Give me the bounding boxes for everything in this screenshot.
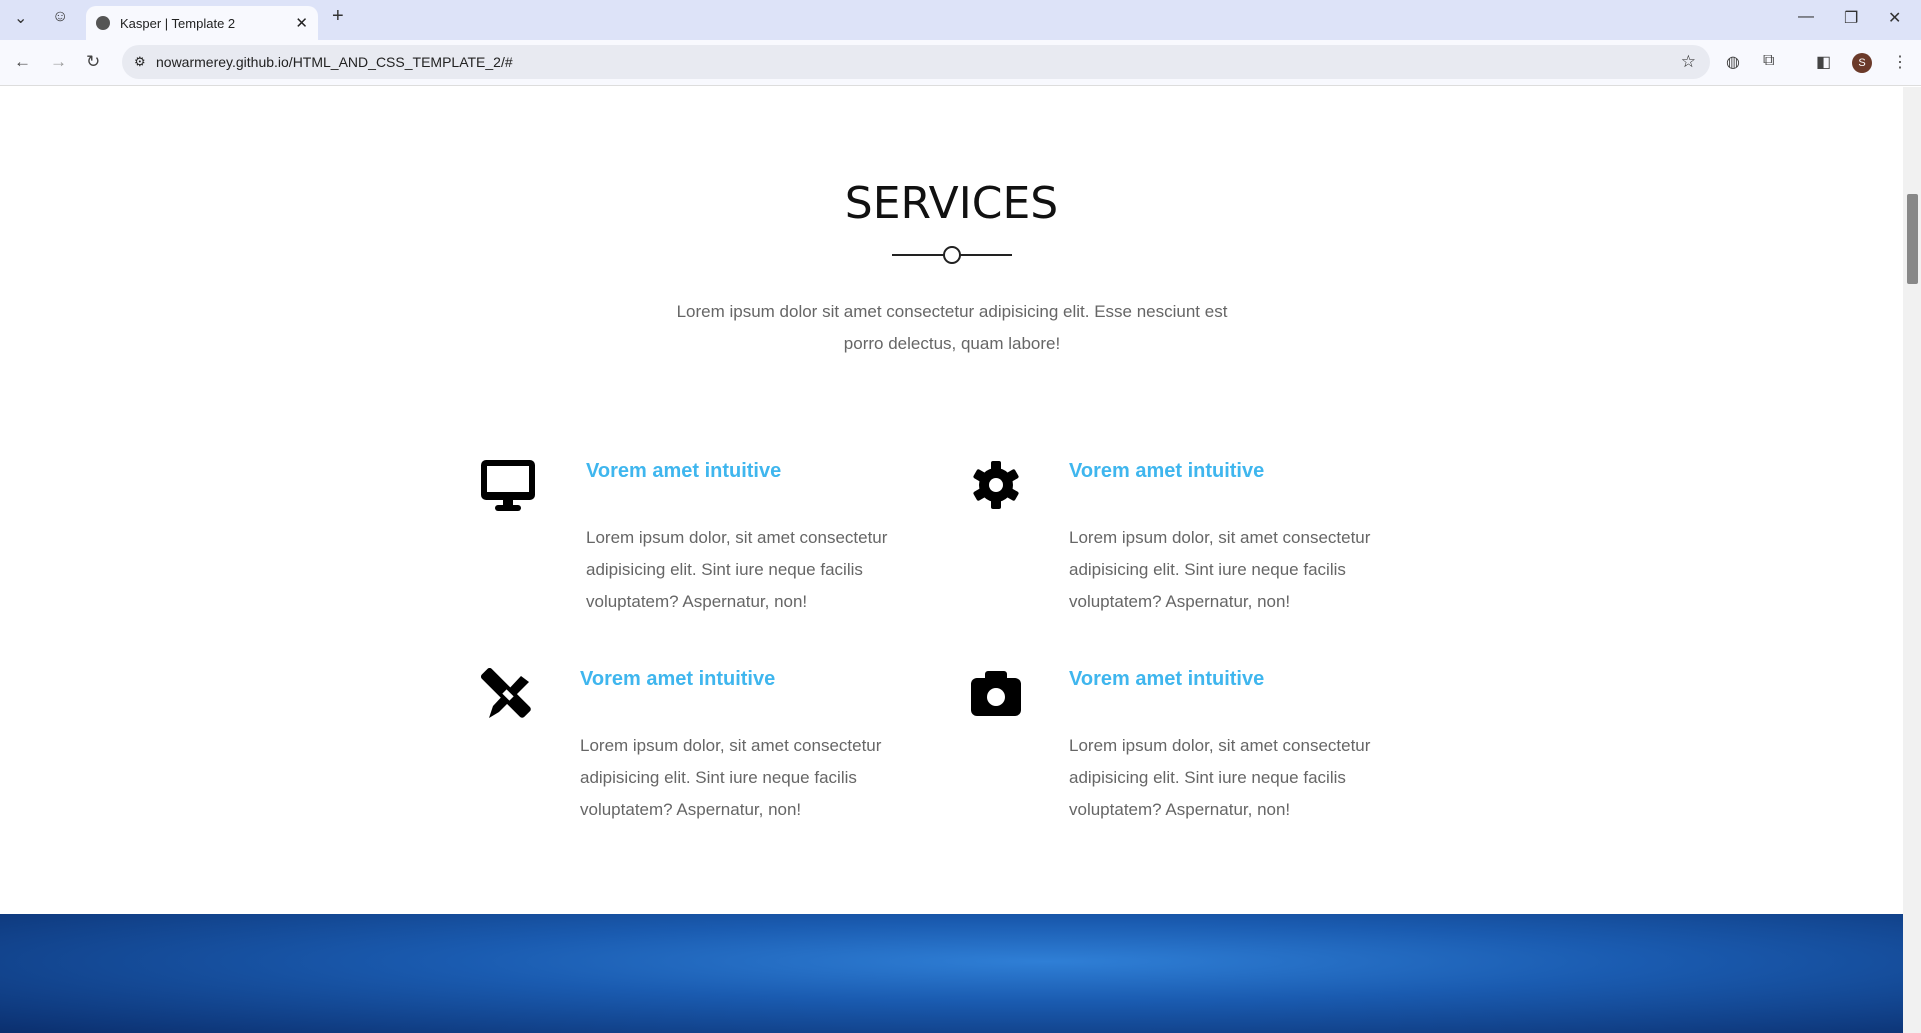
tab-close-icon[interactable]: ✕ — [295, 14, 308, 32]
translate-icon[interactable]: ◍ — [1726, 52, 1740, 72]
page-title: SERVICES — [844, 178, 1059, 229]
reload-icon[interactable]: ↻ — [86, 52, 100, 72]
site-settings-icon[interactable]: ⚙ — [134, 54, 146, 70]
service-text: Lorem ipsum dolor, sit amet consectetur … — [586, 528, 888, 611]
service-text: Lorem ipsum dolor, sit amet consectetur … — [1069, 528, 1371, 611]
divider-circle — [943, 246, 961, 264]
close-window-button[interactable]: ✕ — [1888, 8, 1901, 28]
service-title: Vorem amet intuitive — [586, 460, 782, 482]
service-text: Lorem ipsum dolor, sit amet consectetur … — [1069, 736, 1371, 819]
extensions-icon[interactable]: ⧉ — [1763, 52, 1774, 70]
scrollbar[interactable] — [1903, 87, 1921, 1033]
pencil-ruler-icon — [481, 668, 531, 718]
services-intro: Lorem ipsum dolor sit amet consectetur a… — [676, 302, 1228, 353]
tab-active[interactable]: Kasper | Template 2 ✕ — [86, 6, 318, 40]
scrollbar-thumb[interactable] — [1907, 194, 1918, 284]
tab-bar: ⌄ ☺ Kasper | Template 2 ✕ + — ❐ ✕ — [0, 0, 1921, 40]
bookmark-star-icon[interactable]: ☆ — [1681, 52, 1696, 72]
profile-tab-icon[interactable]: ☺ — [52, 8, 68, 26]
restore-button[interactable]: ❐ — [1844, 8, 1858, 28]
minimize-button[interactable]: — — [1798, 8, 1814, 26]
avatar[interactable]: S — [1852, 53, 1872, 73]
gear-icon — [973, 461, 1019, 509]
camera-icon — [971, 671, 1021, 716]
forward-icon[interactable]: → — [50, 52, 67, 72]
tab-title: Kasper | Template 2 — [120, 15, 236, 31]
service-text: Lorem ipsum dolor, sit amet consectetur … — [580, 736, 882, 819]
url-input[interactable]: ⚙ nowarmerey.github.io/HTML_AND_CSS_TEMP… — [122, 45, 1710, 79]
menu-icon[interactable]: ⋮ — [1892, 52, 1908, 72]
new-tab-button[interactable]: + — [332, 5, 344, 28]
desktop-icon — [481, 460, 535, 511]
back-icon[interactable]: ← — [14, 52, 31, 72]
url-text: nowarmerey.github.io/HTML_AND_CSS_TEMPLA… — [156, 54, 513, 70]
service-title: Vorem amet intuitive — [1069, 460, 1265, 482]
globe-icon — [96, 16, 110, 30]
side-panel-icon[interactable]: ◧ — [1816, 52, 1831, 72]
tab-search-button[interactable]: ⌄ — [14, 8, 27, 28]
service-title: Vorem amet intuitive — [1069, 668, 1265, 690]
next-section-background — [0, 914, 1903, 1033]
address-bar-row: ← → ↻ ⚙ nowarmerey.github.io/HTML_AND_CS… — [0, 40, 1921, 86]
service-title: Vorem amet intuitive — [580, 668, 776, 690]
